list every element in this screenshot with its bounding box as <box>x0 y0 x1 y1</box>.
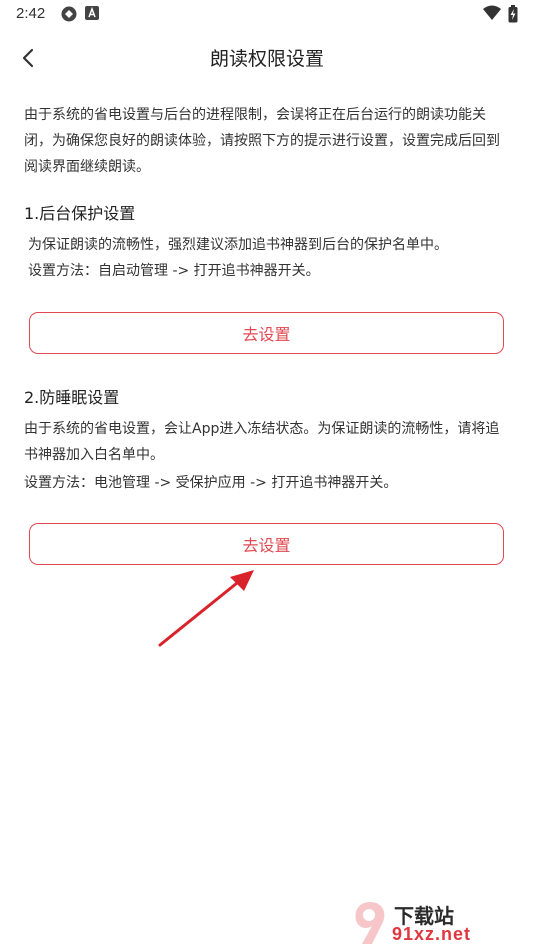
watermark: 下载站 91xz.net <box>350 900 530 946</box>
app-notification-icon <box>85 6 99 20</box>
watermark-logo-icon <box>355 902 385 944</box>
page-title: 朗读权限设置 <box>209 48 324 70</box>
app-bar: 朗读权限设置 <box>0 28 534 88</box>
wifi-icon <box>483 5 501 20</box>
go-settings-button-background[interactable]: 去设置 <box>29 312 504 354</box>
section-description: 为保证朗读的流畅性，强烈建议添加追书神器到后台的保护名单中。 <box>28 237 448 253</box>
section-title-anti-sleep: 2.防睡眠设置 <box>24 388 120 407</box>
status-bar: 2:42 <box>0 0 534 28</box>
status-time: 2:42 <box>16 5 46 22</box>
go-settings-button-anti-sleep[interactable]: 去设置 <box>29 523 504 565</box>
battery-charging-icon <box>508 5 518 23</box>
annotation-arrow-icon <box>158 570 254 647</box>
section-method: 设置方法：电池管理 -> 受保护应用 -> 打开追书神器开关。 <box>24 475 398 491</box>
watermark-line2: 91xz.net <box>392 924 472 944</box>
sync-icon <box>61 6 77 22</box>
section-method: 设置方法：自启动管理 -> 打开追书神器开关。 <box>28 263 320 279</box>
section-description: 由于系统的省电设置，会让App进入冻结状态。为保证朗读的流畅性，请将追书神器加入… <box>24 421 500 463</box>
section-title-background-protection: 1.后台保护设置 <box>24 204 136 223</box>
intro-text: 由于系统的省电设置与后台的进程限制，会误将正在后台运行的朗读功能关闭，为确保您良… <box>24 107 500 175</box>
